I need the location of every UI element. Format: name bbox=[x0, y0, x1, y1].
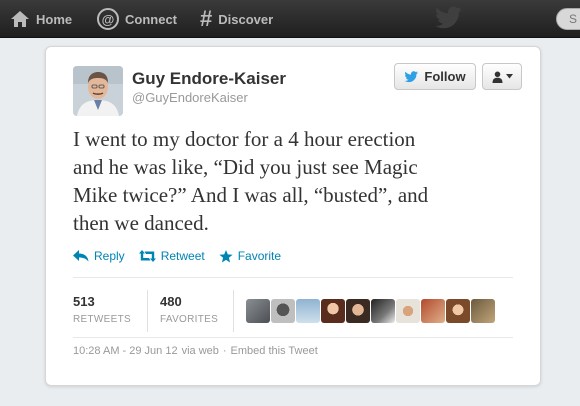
follow-label: Follow bbox=[424, 69, 466, 84]
divider bbox=[73, 277, 513, 278]
avatar-image bbox=[73, 66, 123, 116]
nav-home-label: Home bbox=[36, 11, 73, 27]
favorites-stat[interactable]: 480 FAVORITES bbox=[160, 294, 218, 325]
nav-connect-label: Connect bbox=[125, 11, 177, 27]
favorites-label: FAVORITES bbox=[160, 314, 219, 325]
favoriters-avatars bbox=[246, 299, 495, 323]
top-nav-bar: Home @ Connect # Discover S bbox=[0, 0, 580, 38]
tweet-text-line: then we danced. bbox=[73, 211, 209, 235]
tweet-meta: 10:28 AM - 29 Jun 12 via web · Embed thi… bbox=[73, 345, 318, 357]
favoriter-avatar[interactable] bbox=[421, 299, 445, 323]
caret-down-icon bbox=[505, 74, 513, 79]
favorites-count: 480 bbox=[160, 294, 182, 309]
nav-discover-label: Discover bbox=[218, 11, 274, 27]
favoriter-avatar[interactable] bbox=[246, 299, 270, 323]
tweet-text-line: and he was like, “Did you just see Magic bbox=[73, 155, 418, 179]
tweet-text-line: I went to my doctor for a 4 hour erectio… bbox=[73, 127, 416, 151]
favoriter-avatar[interactable] bbox=[296, 299, 320, 323]
favoriter-avatar[interactable] bbox=[371, 299, 395, 323]
retweets-count: 513 bbox=[73, 294, 95, 309]
retweet-icon bbox=[138, 250, 156, 262]
reply-icon bbox=[73, 250, 89, 262]
follow-button[interactable]: Follow bbox=[394, 63, 476, 90]
tweet-text: I went to my doctor for a 4 hour erectio… bbox=[73, 125, 513, 237]
nav-discover[interactable]: # Discover bbox=[200, 0, 273, 38]
author-handle[interactable]: @GuyEndoreKaiser bbox=[132, 90, 248, 105]
favoriter-avatar[interactable] bbox=[321, 299, 345, 323]
hash-icon: # bbox=[200, 6, 213, 31]
tweet-card: Guy Endore-Kaiser @GuyEndoreKaiser Follo… bbox=[45, 46, 541, 386]
nav-home[interactable]: Home bbox=[10, 0, 72, 38]
user-icon bbox=[492, 71, 502, 83]
tweet-timestamp[interactable]: 10:28 AM - 29 Jun 12 bbox=[73, 345, 178, 357]
author-name[interactable]: Guy Endore-Kaiser bbox=[132, 69, 286, 89]
bird-icon[interactable] bbox=[434, 6, 462, 30]
favoriter-avatar[interactable] bbox=[271, 299, 295, 323]
reply-label: Reply bbox=[94, 249, 125, 263]
reply-button[interactable]: Reply bbox=[73, 249, 125, 263]
divider bbox=[73, 337, 513, 338]
favoriter-avatar[interactable] bbox=[346, 299, 370, 323]
favoriter-avatar[interactable] bbox=[396, 299, 420, 323]
favorite-label: Favorite bbox=[237, 249, 282, 263]
tweet-actions: Reply Retweet Favorite bbox=[73, 249, 281, 263]
retweet-button[interactable]: Retweet bbox=[138, 249, 205, 263]
nav-connect[interactable]: @ Connect bbox=[97, 0, 177, 38]
at-icon: @ bbox=[97, 8, 119, 30]
retweets-stat[interactable]: 513 RETWEETS bbox=[73, 294, 131, 325]
embed-tweet-link[interactable]: Embed this Tweet bbox=[231, 345, 318, 357]
home-icon bbox=[11, 11, 29, 27]
tweet-text-line: Mike twice?” And I was all, “busted”, an… bbox=[73, 183, 429, 207]
stat-separator bbox=[147, 290, 148, 332]
retweet-label: Retweet bbox=[160, 249, 205, 263]
bird-icon bbox=[404, 70, 419, 82]
stat-separator bbox=[233, 290, 234, 332]
search-input[interactable]: S bbox=[556, 8, 580, 30]
meta-separator: · bbox=[222, 345, 227, 357]
avatar[interactable] bbox=[73, 66, 123, 116]
favoriter-avatar[interactable] bbox=[446, 299, 470, 323]
retweets-label: RETWEETS bbox=[73, 314, 131, 325]
favorite-button[interactable]: Favorite bbox=[219, 249, 281, 263]
tweet-source: via web bbox=[181, 345, 219, 357]
star-icon bbox=[219, 249, 233, 262]
user-actions-button[interactable] bbox=[482, 63, 522, 90]
favoriter-avatar[interactable] bbox=[471, 299, 495, 323]
